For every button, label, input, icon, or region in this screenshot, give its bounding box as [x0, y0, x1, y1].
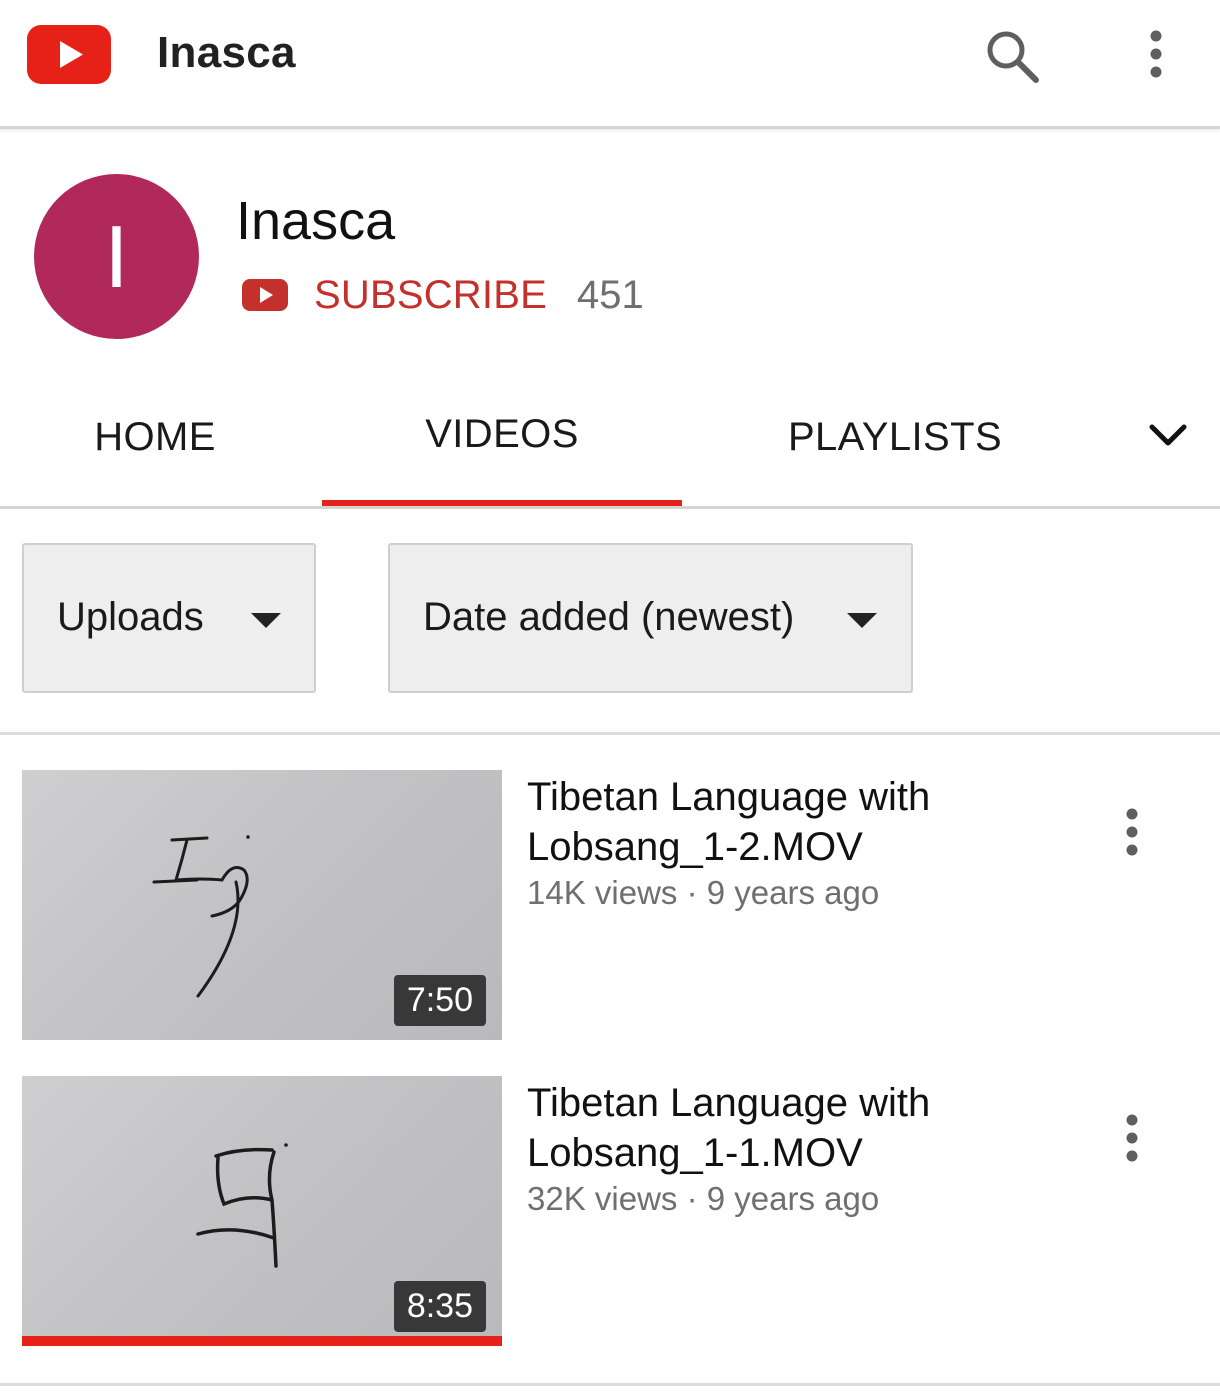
uploads-dropdown[interactable]: Uploads — [22, 543, 316, 693]
channel-avatar[interactable]: I — [34, 174, 199, 339]
subscriber-count: 451 — [576, 272, 644, 317]
channel-tabs: HOME VIDEOS PLAYLISTS — [0, 368, 1220, 509]
divider — [0, 1383, 1220, 1386]
channel-name: Inasca — [236, 191, 396, 251]
more-vert-icon[interactable] — [1140, 26, 1172, 86]
divider — [0, 732, 1220, 735]
sort-dropdown[interactable]: Date added (newest) — [388, 543, 913, 693]
tab-home[interactable]: HOME — [40, 368, 270, 506]
video-duration: 8:35 — [393, 1281, 486, 1332]
tab-playlists[interactable]: PLAYLISTS — [760, 368, 1030, 506]
video-title[interactable]: Tibetan Language with Lobsang_1-2.MOV — [527, 772, 1047, 872]
video-meta: 14K views · 9 years ago — [527, 874, 879, 912]
subscribe-label: SUBSCRIBE — [314, 272, 547, 317]
watch-progress-bar — [22, 1336, 502, 1346]
video-age: 9 years ago — [706, 874, 880, 911]
youtube-subscribe-icon — [242, 279, 288, 311]
video-title[interactable]: Tibetan Language with Lobsang_1-1.MOV — [527, 1078, 1047, 1178]
app-title: Inasca — [157, 28, 296, 77]
selected-tab-indicator — [322, 500, 682, 506]
video-thumbnail[interactable]: 8:35 — [22, 1076, 502, 1346]
video-meta: 32K views · 9 years ago — [527, 1180, 879, 1218]
sort-dropdown-label: Date added (newest) — [423, 595, 795, 639]
video-views: 14K views — [527, 874, 678, 911]
more-vert-icon[interactable] — [1116, 804, 1148, 864]
meta-separator: · — [677, 1180, 707, 1217]
more-vert-icon[interactable] — [1116, 1110, 1148, 1170]
video-age: 9 years ago — [706, 1180, 880, 1217]
app-bar: Inasca — [0, 0, 1220, 129]
subscribe-button[interactable]: SUBSCRIBE 451 — [242, 268, 644, 322]
dropdown-arrow-icon — [847, 613, 877, 628]
tab-videos[interactable]: VIDEOS — [322, 365, 682, 503]
youtube-logo-icon[interactable] — [27, 25, 111, 84]
video-duration: 7:50 — [393, 975, 486, 1026]
uploads-dropdown-label: Uploads — [57, 595, 204, 639]
dropdown-arrow-icon — [251, 613, 281, 628]
search-icon[interactable] — [982, 26, 1042, 86]
video-list-item[interactable]: 8:35 Tibetan Language with Lobsang_1-1.M… — [0, 1076, 1220, 1351]
meta-separator: · — [677, 874, 707, 911]
chevron-down-icon[interactable] — [1146, 418, 1190, 452]
video-thumbnail[interactable]: 7:50 — [22, 770, 502, 1040]
video-list-item[interactable]: 7:50 Tibetan Language with Lobsang_1-2.M… — [0, 770, 1220, 1045]
video-views: 32K views — [527, 1180, 678, 1217]
